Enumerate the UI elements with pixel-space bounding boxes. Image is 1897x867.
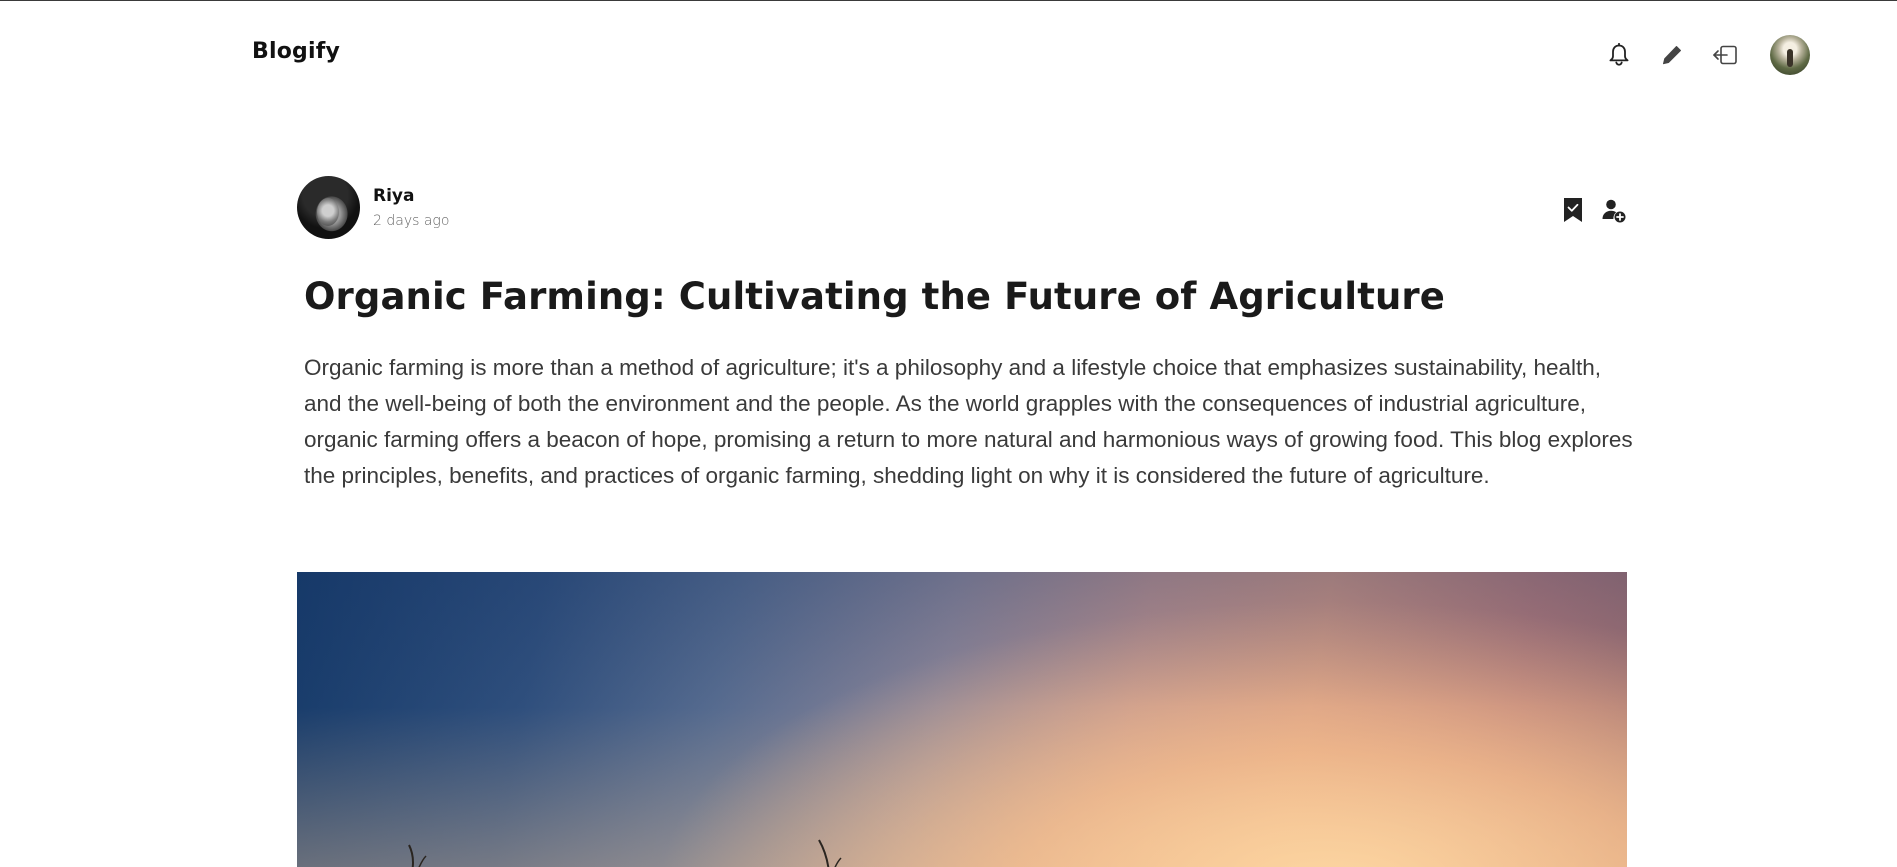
top-navbar: Blogify: [0, 1, 1897, 111]
post-time: 2 days ago: [373, 213, 450, 229]
grass-silhouette: [408, 839, 842, 867]
bookmark-icon[interactable]: [1563, 197, 1583, 223]
article-intro: Organic farming is more than a method of…: [304, 355, 1633, 488]
pencil-icon[interactable]: [1657, 40, 1687, 70]
header-actions: [1581, 35, 1810, 75]
article: Riya 2 days ago Organic Farming: Cultiva…: [297, 176, 1633, 867]
author-avatar[interactable]: [297, 176, 360, 239]
cover-image: [297, 572, 1627, 867]
avatar[interactable]: [1770, 35, 1810, 75]
article-actions: [1563, 197, 1627, 223]
logout-icon[interactable]: [1710, 40, 1740, 70]
follow-user-icon[interactable]: [1601, 197, 1627, 223]
page: Blogify Riya 2 days ago Organic Farming:…: [0, 0, 1897, 867]
bell-icon[interactable]: [1604, 40, 1634, 70]
brand-logo[interactable]: Blogify: [252, 39, 340, 64]
author-name[interactable]: Riya: [373, 186, 414, 206]
author-row: Riya 2 days ago: [297, 176, 1627, 241]
article-title: Organic Farming: Cultivating the Future …: [304, 275, 1445, 318]
